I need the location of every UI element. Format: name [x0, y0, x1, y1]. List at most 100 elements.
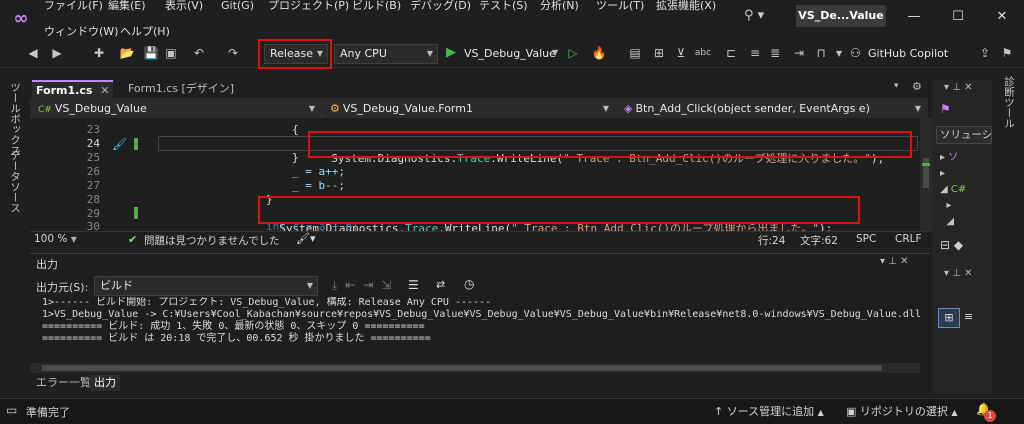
navigate-back-icon[interactable]: ◀: [24, 44, 42, 62]
start-without-debug-icon[interactable]: ▷: [564, 44, 582, 62]
minimize-icon[interactable]: —: [894, 6, 934, 28]
undo-icon[interactable]: ↶: [190, 44, 208, 62]
properties-categorized-icon[interactable]: ⊞: [938, 308, 960, 328]
project-nav-value: VS_Debug_Value: [54, 102, 147, 115]
feedback-icon[interactable]: ⚑: [998, 44, 1016, 62]
maximize-icon[interactable]: ☐: [938, 6, 978, 28]
share-icon[interactable]: ⇪: [976, 44, 994, 62]
clear-all-icon[interactable]: ☰: [408, 278, 419, 292]
menu-view[interactable]: 表示(V): [165, 0, 203, 13]
brush-icon[interactable]: 🖌▾: [296, 232, 316, 245]
attach-icon[interactable]: ⊞: [650, 44, 668, 62]
project-nav-select[interactable]: C# VS_Debug_Value ▼: [32, 99, 320, 119]
diagnostic-tools-tab[interactable]: 診断ツール: [1002, 76, 1017, 129]
add-to-source-control[interactable]: ↑ ソース管理に追加 ▲: [714, 403, 824, 419]
line-number: 26: [86, 165, 100, 178]
editor-vertical-scrollbar[interactable]: [920, 118, 932, 231]
menu-file[interactable]: ファイル(F): [44, 0, 103, 13]
annotation-highlight-box: [308, 131, 912, 158]
menu-build[interactable]: ビルド(B): [352, 0, 401, 13]
spellcheck-icon[interactable]: abc: [694, 44, 712, 62]
menu-project[interactable]: プロジェクト(P): [268, 0, 349, 13]
output-line: ========== ビルド: 成功 1、失敗 0、最新の状態 0、スキップ 0…: [42, 321, 425, 332]
visual-studio-logo-icon[interactable]: ∞: [10, 8, 32, 30]
output-line: 1>------ ビルド開始: プロジェクト: VS_Debug_Value, …: [42, 297, 492, 308]
chevron-down-icon: ▼: [914, 104, 921, 113]
line-indicator[interactable]: 行:24: [758, 233, 785, 248]
overflow-icon[interactable]: ▾: [830, 44, 848, 62]
tab-error-list[interactable]: エラー一覧: [32, 375, 95, 391]
copilot-icon[interactable]: ⚇: [850, 44, 861, 62]
indent-icon[interactable]: ≣: [766, 44, 784, 62]
menu-debug[interactable]: デバッグ(D): [410, 0, 471, 13]
menu-test[interactable]: テスト(S): [479, 0, 528, 13]
issues-status[interactable]: 問題は見つかりませんでした: [144, 233, 280, 248]
platform-select[interactable]: Any CPU ▼: [334, 44, 438, 64]
output-text[interactable]: 1>------ ビルド開始: プロジェクト: VS_Debug_Value, …: [30, 297, 920, 363]
close-icon[interactable]: ✕: [982, 6, 1022, 28]
class-nav-select[interactable]: ⚙ VS_Debug_Value.Form1 ▼: [324, 99, 614, 119]
bookmark-icon[interactable]: ⊓: [812, 44, 830, 62]
save-icon[interactable]: 💾: [142, 44, 160, 62]
column-indicator[interactable]: 文字:62: [800, 233, 838, 248]
redo-icon[interactable]: ↷: [224, 44, 242, 62]
annotation-highlight-box: [258, 196, 860, 224]
menu-edit[interactable]: 編集(E): [108, 0, 146, 13]
tab-output[interactable]: 出力: [90, 375, 120, 391]
data-source-tab[interactable]: データソース: [8, 150, 23, 213]
line-number: 24: [86, 137, 100, 150]
toolbox-icon[interactable]: ▤: [626, 44, 644, 62]
format-icon[interactable]: ⇥: [790, 44, 808, 62]
output-source-select[interactable]: ビルド ▼: [94, 276, 318, 296]
hot-reload-icon[interactable]: 🔥: [590, 44, 608, 62]
tab-close-icon[interactable]: ✕: [100, 84, 109, 97]
menu-tools[interactable]: ツール(T): [596, 0, 644, 13]
output-pane-title: 出力: [36, 258, 58, 271]
new-project-icon[interactable]: ✚: [90, 44, 108, 62]
scrollbar-thumb[interactable]: [42, 365, 882, 371]
menu-window[interactable]: ウィンドウ(W): [44, 23, 118, 39]
properties-sort-icon[interactable]: ≡: [964, 310, 973, 323]
menu-help[interactable]: ヘルプ(H): [120, 23, 170, 39]
menu-git[interactable]: Git(G): [221, 0, 254, 12]
toolbox-tab[interactable]: ツールボックス: [8, 82, 23, 156]
code-line: }: [292, 151, 299, 164]
outdent-icon[interactable]: ≡: [746, 44, 764, 62]
solution-toolbar-icons[interactable]: ⊟ ◆: [940, 238, 963, 252]
comment-icon[interactable]: ⊏: [722, 44, 740, 62]
tab-form1-cs[interactable]: Form1.cs ✕: [32, 80, 114, 98]
line-ending-indicator[interactable]: CRLF: [895, 233, 922, 245]
solution-explorer-tab[interactable]: ソリューショ: [936, 126, 992, 144]
search-icon[interactable]: ⚲ ▾: [744, 8, 784, 26]
settings-gear-icon[interactable]: ⚙: [912, 80, 922, 93]
quick-action-brush-icon[interactable]: 🖌: [112, 137, 127, 151]
menu-analyze[interactable]: 分析(N): [540, 0, 579, 13]
save-all-icon[interactable]: ▣: [162, 44, 180, 62]
zoom-value: 100 %: [34, 233, 68, 245]
open-folder-icon[interactable]: 📂: [118, 44, 136, 62]
github-copilot-button[interactable]: GitHub Copilot: [868, 47, 948, 60]
start-debug-play-icon[interactable]: ▶: [446, 44, 456, 62]
chevron-down-icon[interactable]: ▼: [552, 44, 558, 62]
zoom-level[interactable]: 100 % ▼: [34, 233, 77, 245]
word-wrap-icon[interactable]: ⇄: [436, 278, 445, 291]
panel-header-controls[interactable]: ▾ ⊥ ✕: [944, 82, 972, 93]
output-horizontal-scrollbar[interactable]: [30, 363, 920, 373]
tab-list-dropdown-icon[interactable]: ▾: [894, 81, 899, 91]
menu-extensions[interactable]: 拡張機能(X): [656, 0, 716, 13]
member-nav-select[interactable]: ◈ Btn_Add_Click(object sender, EventArgs …: [618, 99, 926, 119]
solution-tree[interactable]: ▸ ソ ▸ ◢ C# ▸ ◢: [940, 150, 966, 230]
output-window-icon[interactable]: ▭: [6, 403, 17, 417]
select-repository[interactable]: ▣ リポジトリの選択 ▲: [846, 403, 958, 419]
panel-header-controls[interactable]: ▾ ⊥ ✕: [944, 268, 972, 279]
filter-icon[interactable]: ⊻: [672, 44, 690, 62]
platform-value: Any CPU: [340, 47, 387, 60]
start-target-button[interactable]: VS_Debug_Value: [464, 47, 556, 60]
tab-form1-design[interactable]: Form1.cs [デザイン]: [124, 80, 238, 98]
output-pane-header: [30, 253, 930, 273]
whitespace-indicator[interactable]: SPC: [856, 233, 876, 245]
clock-icon[interactable]: ◷: [464, 277, 474, 291]
output-nav-icons[interactable]: ⤓⇤⇥⇲: [332, 278, 399, 293]
navigate-forward-icon[interactable]: ▶: [48, 44, 66, 62]
panel-header-controls[interactable]: ▾ ⊥ ✕: [880, 256, 908, 267]
